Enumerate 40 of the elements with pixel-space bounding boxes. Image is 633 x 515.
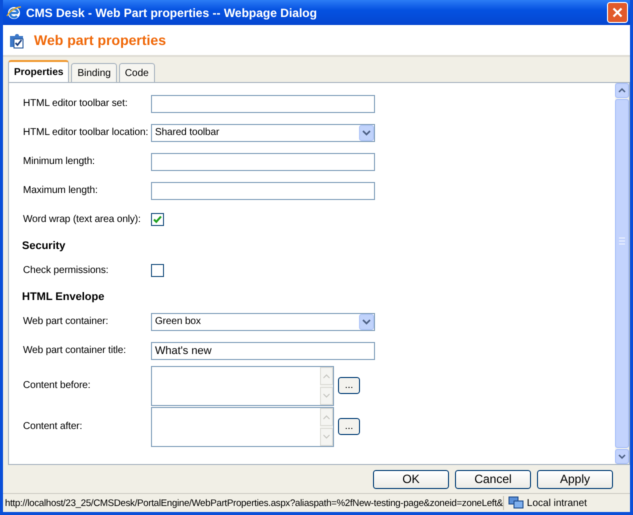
tab[interactable]: Code xyxy=(118,63,155,82)
close-icon xyxy=(612,7,623,18)
field-label: HTML editor toolbar set: xyxy=(23,98,128,110)
dialog-button[interactable]: Cancel xyxy=(455,470,531,489)
tab[interactable]: Properties xyxy=(8,60,70,82)
checkbox[interactable] xyxy=(151,213,164,226)
section-heading: Security xyxy=(22,240,66,252)
scrollbar-drawing xyxy=(320,366,333,405)
text-field[interactable] xyxy=(151,94,375,113)
browse-button[interactable]: ... xyxy=(338,418,360,436)
dialog-button[interactable]: OK xyxy=(373,470,449,489)
field-label: Check permissions: xyxy=(23,265,110,276)
tab[interactable]: Binding xyxy=(71,63,117,82)
text-field[interactable]: What's new xyxy=(151,342,375,360)
window-title: CMS Desk - Web Part properties -- Webpage Dialog xyxy=(26,6,318,20)
text-field[interactable] xyxy=(151,152,375,171)
network-computer-icon xyxy=(508,496,524,510)
field-label: Web part container: xyxy=(23,316,110,328)
browse-button[interactable]: ... xyxy=(338,377,360,394)
dropdown[interactable]: Shared toolbar xyxy=(151,124,375,142)
field-label: Web part container title: xyxy=(23,345,127,356)
checkbox[interactable] xyxy=(151,264,164,278)
dialog-button[interactable]: Apply xyxy=(537,470,613,489)
field-label: Content after: xyxy=(23,421,84,432)
field-label: Maximum length: xyxy=(23,185,99,196)
browser-icon xyxy=(6,4,22,20)
status-url: http://localhost/23_25/CMSDesk/PortalEngine/WebPartProperties.aspx?aliaspath=%2fNew-testing-page&zoneid=zoneLeft& xyxy=(4,498,503,509)
dialog-heading: Web part properties xyxy=(34,32,166,48)
field-label: Minimum length: xyxy=(23,156,96,168)
dropdown[interactable]: Green box xyxy=(151,312,375,331)
field-label: HTML editor toolbar location: xyxy=(23,127,150,138)
text-area[interactable] xyxy=(151,366,334,406)
zone-label: Local intranet xyxy=(526,498,587,509)
text-field[interactable] xyxy=(151,182,375,200)
close-button[interactable] xyxy=(607,2,628,23)
section-heading: HTML Envelope xyxy=(22,291,106,304)
field-label: Content before: xyxy=(23,380,92,392)
scrollbar-drawing xyxy=(320,408,333,446)
text-area[interactable] xyxy=(151,406,334,447)
field-label: Word wrap (text area only): xyxy=(23,214,142,226)
